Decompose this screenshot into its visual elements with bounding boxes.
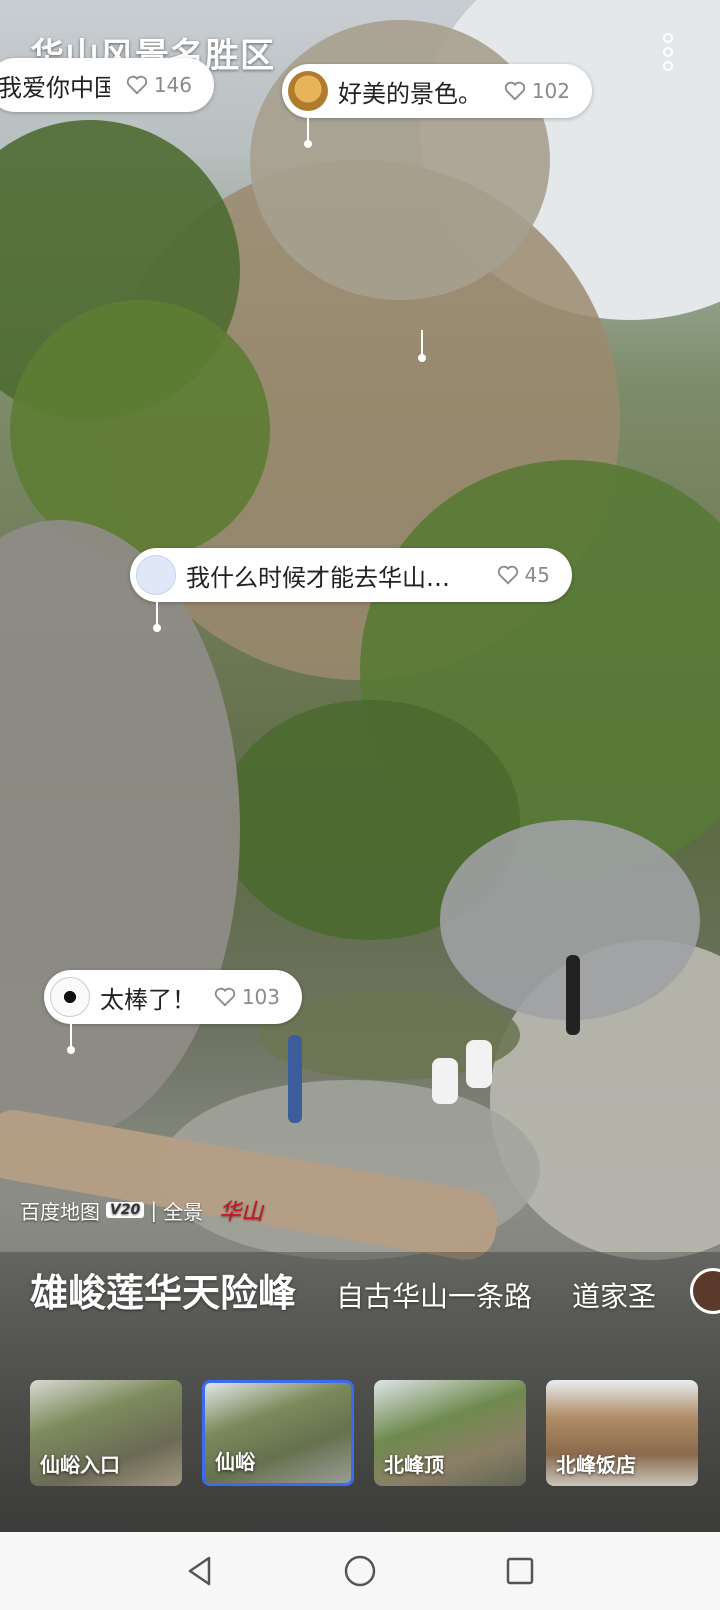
like-count[interactable]: 146 [126,73,192,97]
like-count-value: 45 [524,563,550,587]
comment-text: 我什么时候才能去华山… [186,563,450,592]
comment-text: 我爱你中国 [0,73,110,102]
like-count-value: 146 [153,73,192,97]
triangle-back-icon [188,1556,211,1586]
scene-thumbnail[interactable]: 北峰饭店 [546,1380,698,1486]
like-count[interactable]: 45 [497,563,550,587]
thumbnail-label: 仙峪 [215,1450,255,1474]
heart-outline-icon [126,75,147,95]
recent-apps-button[interactable] [500,1551,540,1591]
comment-text: 太棒了！ [100,985,196,1014]
comment-bubble[interactable]: 我什么时候才能去华山… 45 [130,548,572,602]
comment-pin [67,1024,75,1054]
back-button[interactable] [180,1551,220,1591]
soccer-ball-avatar [50,977,90,1017]
like-count-value: 102 [531,79,570,103]
like-count[interactable]: 103 [214,985,280,1009]
tab-route-2[interactable]: 自古华山一条路 [336,1275,532,1315]
person-figure [288,1035,302,1123]
like-count-value: 103 [241,985,280,1009]
comment-bubble[interactable]: 太棒了！ 103 [44,970,302,1024]
watermark-signature: 华山 [219,1200,264,1225]
like-count[interactable]: 102 [504,79,570,103]
system-nav-bar [0,1532,720,1610]
thumbnail-label: 仙峪入口 [40,1453,120,1477]
route-tabs: 雄峻莲华天险峰 自古华山一条路 道家圣 [30,1262,656,1317]
comment-pin [418,330,426,362]
map-watermark: 百度地图 V20 | 全景 华山 [20,1194,263,1226]
heart-outline-icon [214,987,235,1007]
heart-outline-icon [504,81,525,101]
watermark-badge: V20 [106,1202,145,1218]
scene-thumbnail[interactable]: 北峰顶 [374,1380,526,1486]
more-vertical-icon[interactable] [662,32,674,72]
distant-peak [250,20,550,300]
comment-text: 好美的景色。 [338,79,482,108]
tab-route-3[interactable]: 道家圣 [572,1275,656,1315]
scene-thumbnail[interactable]: 仙峪入口 [30,1380,182,1486]
scene-thumbnails: 仙峪入口 仙峪 北峰顶 北峰饭店 [30,1380,698,1486]
person-figure [566,955,580,1035]
tab-route-1[interactable]: 雄峻莲华天险峰 [30,1262,296,1317]
dog-avatar [288,71,328,111]
person-figure [432,1058,458,1104]
comment-pin [304,118,312,148]
default-user-avatar [136,555,176,595]
heart-outline-icon [497,565,518,585]
comment-bubble[interactable]: 好美的景色。 102 [282,64,592,118]
watermark-mode: 全景 [163,1199,204,1224]
comment-pin [153,602,161,632]
thumbnail-label: 北峰饭店 [556,1453,636,1477]
square-recent-icon [506,1557,534,1585]
comment-bubble[interactable]: 我爱你中国 146 [0,58,214,112]
watermark-divider: | [150,1198,158,1222]
circle-home-icon [344,1555,376,1587]
home-button[interactable] [340,1551,380,1591]
scene-thumbnail[interactable]: 仙峪 [202,1380,354,1486]
thumbnail-label: 北峰顶 [384,1453,444,1477]
person-figure [466,1040,492,1088]
watermark-brand: 百度地图 [20,1199,100,1224]
